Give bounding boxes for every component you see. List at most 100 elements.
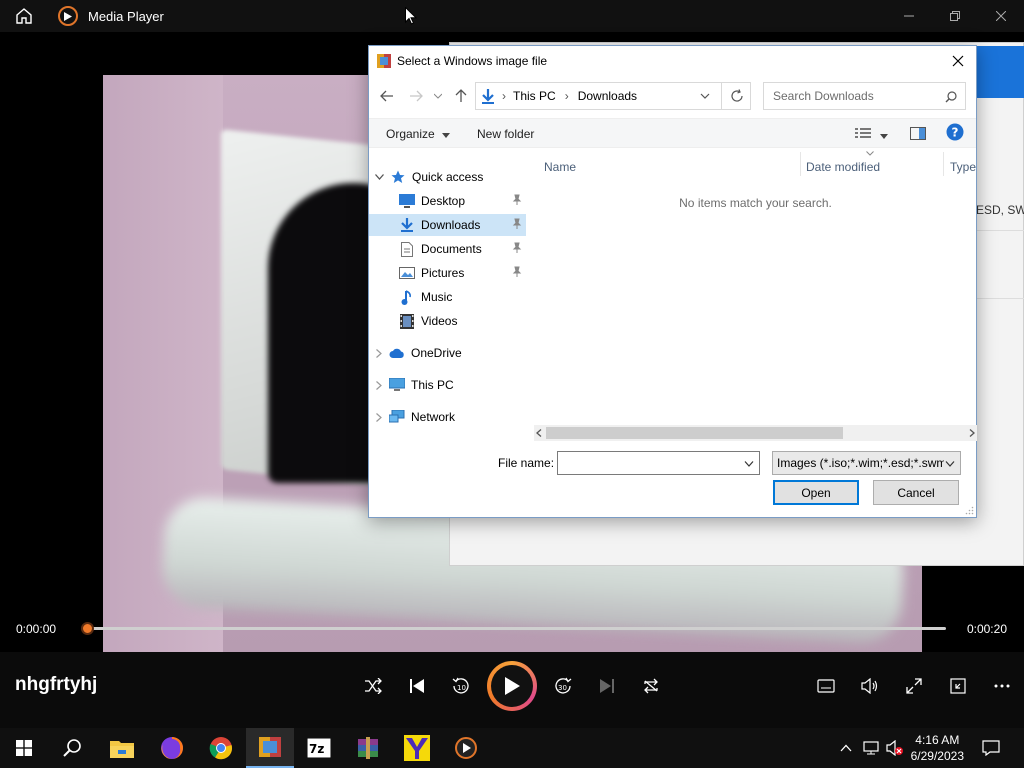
taskbar-firefox[interactable] xyxy=(148,728,196,768)
nav-item-onedrive[interactable]: OneDrive xyxy=(369,342,526,364)
nav-item-quick-access[interactable]: Quick access xyxy=(369,166,526,188)
column-header-type[interactable]: Type xyxy=(950,160,976,174)
view-options-button[interactable] xyxy=(855,127,889,142)
more-icon xyxy=(994,684,1010,688)
breadcrumb-this-pc[interactable]: This PC xyxy=(513,89,556,103)
chevron-up-icon xyxy=(840,744,852,752)
recent-locations-button[interactable] xyxy=(431,86,445,106)
home-button[interactable] xyxy=(0,0,48,32)
mouse-cursor-icon xyxy=(405,7,417,25)
fullscreen-button[interactable] xyxy=(903,675,925,697)
organize-button[interactable]: Organize xyxy=(386,127,451,141)
chevron-right-icon[interactable] xyxy=(376,348,382,358)
nav-item-this-pc[interactable]: This PC xyxy=(369,374,526,396)
new-folder-button[interactable]: New folder xyxy=(477,127,534,141)
taskbar-archive-tool[interactable] xyxy=(344,728,392,768)
taskbar-media-player[interactable] xyxy=(442,728,490,768)
file-name-label: File name: xyxy=(498,456,555,470)
play-button[interactable] xyxy=(487,661,537,711)
resize-grip-icon[interactable] xyxy=(965,506,974,515)
column-separator[interactable] xyxy=(800,152,801,176)
taskbar-chrome[interactable] xyxy=(197,728,245,768)
start-button[interactable] xyxy=(0,728,48,768)
video-icon xyxy=(399,313,415,329)
tray-volume[interactable] xyxy=(885,738,905,758)
chevron-right-icon[interactable] xyxy=(376,380,382,390)
cancel-button[interactable]: Cancel xyxy=(873,480,959,505)
rewind-10-icon: 10 xyxy=(452,677,469,694)
horizontal-scrollbar[interactable] xyxy=(534,425,977,441)
search-button[interactable] xyxy=(48,728,96,768)
close-button[interactable] xyxy=(978,0,1024,32)
pin-icon xyxy=(512,242,522,253)
column-header-name[interactable]: Name xyxy=(544,160,576,174)
volume-button[interactable] xyxy=(859,675,881,697)
dialog-titlebar: Select a Windows image file xyxy=(369,46,976,76)
nav-item-documents[interactable]: Documents xyxy=(369,238,526,260)
file-name-field[interactable] xyxy=(557,451,760,475)
nav-item-desktop[interactable]: Desktop xyxy=(369,190,526,212)
system-clock[interactable]: 4:16 AM 6/29/2023 xyxy=(911,732,964,764)
address-bar[interactable]: › This PC › Downloads xyxy=(475,82,751,110)
current-time: 0:00:00 xyxy=(16,622,57,636)
show-hidden-icons-button[interactable] xyxy=(836,738,856,758)
taskbar-windows-image-tool[interactable] xyxy=(246,728,294,768)
more-options-button[interactable] xyxy=(991,675,1013,697)
previous-button[interactable] xyxy=(406,675,428,697)
taskbar-file-explorer[interactable] xyxy=(98,728,146,768)
nav-item-music[interactable]: Music xyxy=(369,286,526,308)
chevron-down-icon xyxy=(945,461,955,467)
column-header-date-modified[interactable]: Date modified xyxy=(806,160,880,174)
chevron-right-icon[interactable] xyxy=(376,412,382,422)
back-button[interactable] xyxy=(377,86,397,106)
open-button[interactable]: Open xyxy=(773,480,859,505)
arrow-right-icon xyxy=(410,90,423,102)
windows-logo-icon xyxy=(16,740,32,756)
search-placeholder: Search Downloads xyxy=(773,89,874,103)
preview-pane-button[interactable] xyxy=(910,127,926,143)
forward-button[interactable] xyxy=(406,86,426,106)
chevron-down-icon[interactable] xyxy=(375,174,384,180)
file-list[interactable]: Name Date modified Type No items match y… xyxy=(534,150,977,428)
shuffle-icon xyxy=(365,678,382,694)
help-button[interactable]: ? xyxy=(946,123,964,144)
seek-bar[interactable] xyxy=(88,627,946,630)
mini-player-button[interactable] xyxy=(947,675,969,697)
notifications-button[interactable] xyxy=(981,738,1001,758)
nav-item-downloads[interactable]: Downloads xyxy=(369,214,526,236)
mini-player-icon xyxy=(950,678,966,694)
windows-image-app-icon xyxy=(259,737,281,757)
minimize-button[interactable] xyxy=(886,0,932,32)
scroll-right-icon[interactable] xyxy=(969,429,975,437)
shuffle-button[interactable] xyxy=(362,675,384,697)
clock-date: 6/29/2023 xyxy=(910,749,964,763)
tray-network[interactable] xyxy=(861,738,881,758)
search-input[interactable]: Search Downloads xyxy=(763,82,966,110)
taskbar-yumi[interactable] xyxy=(393,728,441,768)
taskbar-7zip[interactable]: 7z xyxy=(295,728,343,768)
desktop-icon xyxy=(399,193,415,209)
dialog-close-button[interactable] xyxy=(946,50,970,72)
nav-item-pictures[interactable]: Pictures xyxy=(369,262,526,284)
captions-button[interactable] xyxy=(815,675,837,697)
refresh-button[interactable] xyxy=(721,82,751,110)
up-button[interactable] xyxy=(451,86,471,106)
scroll-thumb[interactable] xyxy=(546,427,843,439)
next-button[interactable] xyxy=(596,675,618,697)
progress-area: 0:00:00 0:00:20 xyxy=(0,612,1024,646)
rewind-10-button[interactable]: 10 xyxy=(450,675,472,697)
scroll-left-icon[interactable] xyxy=(536,429,542,437)
column-separator[interactable] xyxy=(943,152,944,176)
background-window-text: ESD, SWM xyxy=(976,203,1024,217)
breadcrumb-downloads[interactable]: Downloads xyxy=(578,89,637,103)
chevron-down-icon[interactable] xyxy=(700,93,710,100)
maximize-button[interactable] xyxy=(932,0,978,32)
seek-thumb[interactable] xyxy=(81,622,94,635)
chevron-down-icon xyxy=(434,93,442,99)
forward-30-button[interactable]: 30 xyxy=(552,675,574,697)
chevron-down-icon[interactable] xyxy=(744,461,754,467)
file-type-select[interactable]: Images (*.iso;*.wim;*.esd;*.swm) xyxy=(772,451,961,475)
repeat-button[interactable] xyxy=(640,675,662,697)
nav-item-network[interactable]: Network xyxy=(369,406,526,428)
nav-item-videos[interactable]: Videos xyxy=(369,310,526,332)
